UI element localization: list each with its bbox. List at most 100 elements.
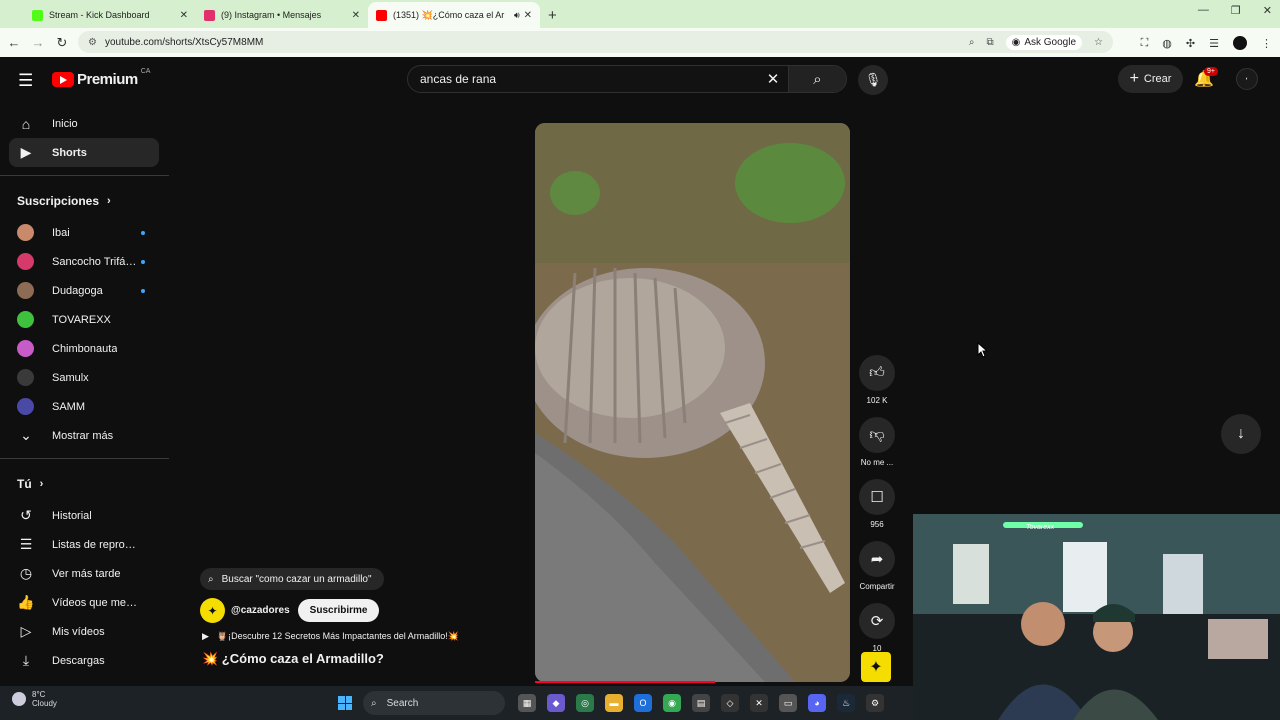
file-explorer-icon[interactable]: ▬ [605,694,623,712]
taskbar-search[interactable]: ⌕ Search [363,691,505,715]
subscription-item[interactable]: Chimbonauta [0,334,169,363]
outlook-icon[interactable]: O [634,694,652,712]
sidebar-item-shorts[interactable]: ▶ Shorts [9,138,159,167]
subscription-item[interactable]: TOVAREXX [0,305,169,334]
ask-google-button[interactable]: ◉ Ask Google [1005,34,1083,50]
subscription-item[interactable]: Sancocho Trifásico [0,247,169,276]
share-button[interactable]: ➦ [859,541,895,577]
tab-favicon-icon [204,9,215,21]
settings-icon[interactable]: ⚙ [866,694,884,712]
media-icon[interactable]: ☰ [1209,37,1219,50]
extension-icon[interactable]: ◍ [1162,37,1172,50]
you-item[interactable]: ☰ Listas de reproducción [0,530,169,559]
browser-tab[interactable]: (9) Instagram • Mensajes ✕ [196,2,368,28]
weather-condition: Cloudy [32,699,57,708]
discord-icon[interactable]: ◕ [808,694,826,712]
site-info-icon[interactable]: ⚙ [88,37,97,48]
next-short-button[interactable]: ↓ [1221,414,1261,454]
subscription-item[interactable]: Dudagoga [0,276,169,305]
minimize-icon[interactable]: — [1198,4,1209,17]
restore-icon[interactable]: ❐ [1231,4,1241,17]
puzzle-icon[interactable]: ✣ [1186,37,1195,50]
app-icon[interactable]: ◇ [721,694,739,712]
remix-button[interactable]: ⟳ [859,603,895,639]
channel-avatar[interactable]: ✦ [200,598,225,623]
voice-search-button[interactable]: 🎙 [858,65,888,95]
store-icon[interactable]: ▤ [692,694,710,712]
chrome-icon[interactable]: ◉ [663,694,681,712]
close-window-icon[interactable]: ✕ [1263,4,1272,17]
app-icon[interactable]: ◎ [576,694,594,712]
sound-thumbnail[interactable]: ✦ [861,652,891,682]
close-tab-icon[interactable]: ✕ [352,10,360,21]
menu-icon[interactable]: ⋮ [1261,37,1272,50]
short-video-player[interactable] [535,123,850,682]
comment-count: 956 [870,520,884,529]
app-icon[interactable]: ▭ [779,694,797,712]
short-actions: 👍︎ 102 K 👎︎ No me ... ☐ 956 ➦ Compartir … [855,355,899,665]
tab-favicon-icon [376,9,387,21]
like-button[interactable]: 👍︎ [859,355,895,391]
you-header[interactable]: Tú › [0,467,169,501]
music-row[interactable]: ▶ 🦉¡Descubre 12 Secretos Más Impactantes… [202,631,459,642]
extension-icon[interactable]: ⛶ [1141,37,1149,50]
youtube-premium-logo[interactable]: Premium CA [52,68,150,88]
search-button[interactable]: ⌕ [788,66,846,92]
channel-name[interactable]: @cazadores [231,605,290,616]
subscription-item[interactable]: Samulx [0,363,169,392]
ask-google-label: Ask Google [1024,36,1077,48]
dislike-button[interactable]: 👎︎ [859,417,895,453]
search-box: ancas de rana ✕ ⌕ [407,65,847,93]
subscriptions-header[interactable]: Suscripciones › [0,184,169,218]
zoom-icon[interactable]: ⌕ [969,37,975,48]
subscribe-button[interactable]: Suscribirme [297,599,380,622]
you-item-icon: ⤓ [22,652,30,668]
install-icon[interactable]: ⧉ [986,37,993,48]
you-item[interactable]: ◷ Ver más tarde [0,559,169,588]
mouse-cursor-icon [977,342,989,358]
profile-avatar[interactable] [1233,36,1247,50]
subscription-label: Samulx [52,371,89,384]
close-tab-icon[interactable]: ✕ [524,10,532,21]
show-more-button[interactable]: ⌄ Mostrar más [0,421,169,450]
account-avatar[interactable]: ◐ [1236,68,1258,90]
task-view-icon[interactable]: ▦ [518,694,536,712]
copilot-icon[interactable]: ◆ [547,694,565,712]
play-icon: ▶ [202,631,209,641]
search-icon: ⌕ [813,70,822,88]
video-title[interactable]: 💥 ¿Cómo caza el Armadillo? [202,651,384,667]
reload-icon[interactable]: ↻ [50,35,74,51]
you-item[interactable]: ⤓ Descargas [0,646,169,675]
forward-icon[interactable]: → [26,35,50,50]
related-search-chip[interactable]: ⌕ Buscar "como cazar un armadillo" [200,568,384,590]
you-item[interactable]: 👍 Vídeos que me gustan [0,588,169,617]
bookmark-star-icon[interactable]: ☆ [1094,37,1103,48]
hamburger-menu-icon[interactable]: ☰ [18,71,33,91]
subscription-item[interactable]: SAMM [0,392,169,421]
clear-search-icon[interactable]: ✕ [758,70,788,88]
sidebar-item-inicio[interactable]: ⌂ Inicio [0,109,169,138]
you-item[interactable]: ▷ Mis vídeos [0,617,169,646]
browser-tab[interactable]: (1351) 💥¿Cómo caza el Ar 🔊︎ ✕ [368,2,540,28]
browser-tab[interactable]: Stream - Kick Dashboard ✕ [24,2,196,28]
new-tab-button[interactable]: + [548,2,557,28]
back-icon[interactable]: ← [2,35,26,50]
dislike-label: No me ... [860,458,894,467]
sidebar: ⌂ Inicio ▶ Shorts Suscripciones › Ibai Sanco… [0,105,169,675]
steam-icon[interactable]: ♨ [837,694,855,712]
close-tab-icon[interactable]: ✕ [180,10,188,21]
you-item[interactable]: ↺ Historial [0,501,169,530]
you-item-icon: ☰ [19,536,33,552]
video-progress-bar[interactable] [535,681,715,683]
weather-widget[interactable]: 8°C Cloudy [12,690,57,708]
subscription-item[interactable]: Ibai [0,218,169,247]
comments-button[interactable]: ☐ [859,479,895,515]
speaker-icon[interactable]: 🔊︎ [514,10,520,21]
windows-start-icon[interactable] [338,696,352,710]
url-field[interactable]: ⚙ youtube.com/shorts/XtsCy57M8MM ⌕ ⧉ ◉ As… [78,31,1113,53]
armadillo-video-frame [535,123,850,682]
create-label: Crear [1143,73,1172,85]
search-input[interactable]: ancas de rana [408,72,758,86]
tools-icon[interactable]: ✕ [750,694,768,712]
create-button[interactable]: + Crear [1118,65,1183,93]
